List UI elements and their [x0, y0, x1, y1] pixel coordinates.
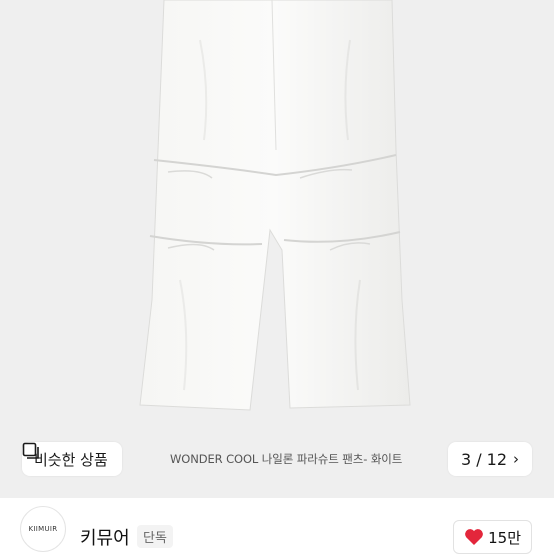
- pants-illustration: [139, 0, 411, 411]
- like-button[interactable]: 15만: [453, 520, 532, 554]
- chevron-right-icon: ›: [513, 450, 520, 468]
- similar-products-label: 비슷한 상품: [34, 450, 108, 469]
- shop-name[interactable]: 키뮤어: [80, 524, 130, 550]
- image-pager[interactable]: 3 / 12 ›: [448, 442, 532, 476]
- exclusive-badge: 단독: [137, 525, 173, 548]
- product-caption: WONDER COOL 나일론 파라슈트 팬츠- 화이트: [170, 452, 403, 466]
- heart-icon: [465, 529, 483, 545]
- shop-avatar-text: KIIMUIR: [28, 525, 58, 533]
- shop-avatar[interactable]: KIIMUIR: [20, 506, 66, 552]
- product-image[interactable]: 비슷한 상품 WONDER COOL 나일론 파라슈트 팬츠- 화이트 3 / …: [0, 0, 554, 498]
- pager-count: 3 / 12: [460, 449, 508, 469]
- similar-products-button[interactable]: 비슷한 상품: [22, 442, 122, 476]
- like-count: 15만: [488, 528, 521, 547]
- similar-products-icon: [22, 442, 39, 459]
